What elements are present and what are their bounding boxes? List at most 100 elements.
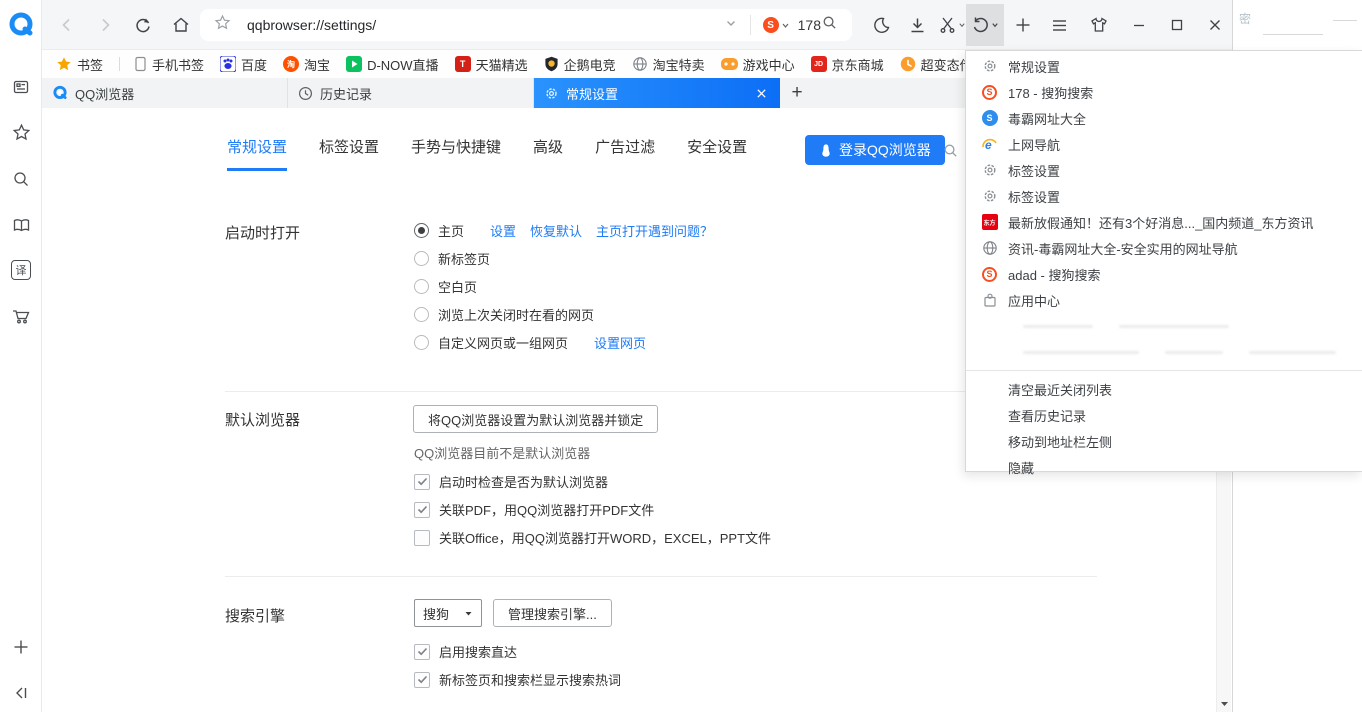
startup-option-newtab[interactable]: 新标签页 [414, 249, 490, 268]
checkbox-unchecked[interactable] [414, 530, 430, 546]
checkbox-associate-office[interactable]: 关联Office，用QQ浏览器打开WORD，EXCEL，PPT文件 [414, 528, 771, 547]
back-button[interactable] [54, 12, 80, 38]
tab-close-icon[interactable] [752, 84, 770, 102]
settings-tab-general[interactable]: 常规设置 [227, 136, 287, 171]
bookmark-item-taobao[interactable]: 淘 淘宝 [283, 55, 330, 74]
menu-item-tab-settings-1[interactable]: 标签设置 [966, 157, 1362, 183]
startup-option-blank[interactable]: 空白页 [414, 277, 477, 296]
tab-history[interactable]: 历史记录 [288, 78, 534, 108]
settings-tab-adblock[interactable]: 广告过滤 [595, 136, 655, 171]
new-tab-button[interactable]: + [780, 78, 814, 108]
settings-tab-tabs[interactable]: 标签设置 [319, 136, 379, 171]
menu-item-clear-recent[interactable]: 清空最近关闭列表 [966, 376, 1362, 402]
favorites-star-icon[interactable] [0, 117, 42, 147]
checkbox-check-default-on-startup[interactable]: 启动时检查是否为默认浏览器 [414, 472, 608, 491]
menu-item-adad-sogou[interactable]: S adad - 搜狗搜索 [966, 261, 1362, 287]
checkbox-checked[interactable] [414, 672, 430, 688]
reload-button[interactable] [130, 12, 156, 38]
radio-selected[interactable] [414, 223, 429, 238]
bookmark-star-icon[interactable] [214, 14, 231, 36]
checkbox-checked[interactable] [414, 474, 430, 490]
startup-option-home[interactable]: 主页 设置 恢复默认 主页打开遇到问题？ [414, 221, 713, 240]
toolbar-search-value[interactable]: 178 [798, 17, 821, 33]
set-default-browser-button[interactable]: 将QQ浏览器设置为默认浏览器并锁定 [413, 405, 658, 433]
download-icon[interactable] [904, 12, 930, 38]
sogou-icon: S [981, 266, 998, 283]
radio[interactable] [414, 335, 429, 350]
toolbar-search-icon[interactable] [821, 14, 838, 36]
shopping-cart-icon[interactable] [0, 301, 42, 331]
checkbox-search-direct[interactable]: 启用搜索直达 [414, 642, 517, 661]
bookmark-item-game-center[interactable]: 游戏中心 [721, 55, 795, 74]
address-dropdown-icon[interactable] [724, 16, 738, 35]
menu-item-navigation[interactable]: e 上网导航 [966, 131, 1362, 157]
search-icon[interactable] [0, 164, 42, 194]
translate-icon[interactable]: 译 [0, 255, 42, 285]
checkbox-checked[interactable] [414, 644, 430, 660]
sidebar-add-icon[interactable] [0, 632, 42, 662]
home-button[interactable] [168, 12, 194, 38]
menu-item-duba[interactable]: S 毒霸网址大全 [966, 105, 1362, 131]
startup-option-restore-last[interactable]: 浏览上次关闭时在看的网页 [414, 305, 594, 324]
reading-book-icon[interactable] [0, 210, 42, 240]
main-menu-icon[interactable] [1046, 12, 1072, 38]
search-engine-badge[interactable]: S 178 [763, 17, 821, 33]
qq-browser-tab-icon [52, 85, 68, 101]
close-button[interactable] [1202, 12, 1228, 38]
feed-card-icon[interactable] [0, 72, 42, 102]
new-tab-plus-icon[interactable] [1010, 12, 1036, 38]
settings-tab-gestures[interactable]: 手势与快捷键 [411, 136, 501, 171]
bookmark-item-penguin-esports[interactable]: 企鹅电竞 [544, 55, 616, 74]
tab-qq-browser[interactable]: QQ浏览器 [42, 78, 288, 108]
menu-item-duba-news[interactable]: 资讯-毒霸网址大全-安全实用的网址导航 [966, 235, 1362, 261]
bookmark-item-baidu[interactable]: 百度 [220, 55, 267, 74]
bookmark-item-taobao-temai[interactable]: 淘宝特卖 [632, 55, 705, 74]
checkbox-associate-pdf[interactable]: 关联PDF，用QQ浏览器打开PDF文件 [414, 500, 654, 519]
bookmark-item-tmall[interactable]: T 天猫精选 [455, 55, 528, 74]
radio[interactable] [414, 251, 429, 266]
menu-item-view-history[interactable]: 查看历史记录 [966, 402, 1362, 428]
menu-item-move-left-of-addressbar[interactable]: 移动到地址栏左侧 [966, 428, 1362, 454]
menu-item-app-center[interactable]: 应用中心 [966, 287, 1362, 313]
bookmark-item-jd[interactable]: JD 京东商城 [811, 55, 884, 74]
radio[interactable] [414, 279, 429, 294]
homepage-restore-link[interactable]: 恢复默认 [530, 221, 582, 240]
manage-search-engines-button[interactable]: 管理搜索引擎... [493, 599, 612, 627]
omnibox: qqbrowser://settings/ S 178 [200, 9, 852, 41]
homepage-trouble-link[interactable]: 主页打开遇到问题？ [596, 221, 713, 240]
penguin-icon [819, 143, 833, 158]
bookmark-item-bookmarks[interactable]: 书签 [56, 55, 103, 74]
tab-general-settings[interactable]: 常规设置 [534, 78, 780, 108]
minimize-button[interactable] [1126, 12, 1152, 38]
checkbox-hot-words[interactable]: 新标签页和搜索栏显示搜索热词 [414, 670, 621, 689]
sidebar-collapse-icon[interactable] [0, 678, 42, 708]
globe-icon [632, 56, 648, 72]
recently-closed-button[interactable] [966, 4, 1004, 46]
settings-tab-security[interactable]: 安全设置 [687, 136, 747, 171]
forward-button[interactable] [92, 12, 118, 38]
settings-tab-advanced[interactable]: 高级 [533, 136, 563, 171]
maximize-button[interactable] [1164, 12, 1190, 38]
address-url[interactable]: qqbrowser://settings/ [247, 17, 376, 33]
bookmark-item-mobile[interactable]: 手机书签 [134, 55, 204, 74]
screenshot-scissors-icon[interactable] [935, 12, 969, 38]
bookmark-item-dnow[interactable]: D-NOW直播 [346, 55, 439, 74]
settings-search-icon[interactable] [942, 142, 959, 164]
menu-item-hide[interactable]: 隐藏 [966, 454, 1362, 480]
ie-icon: e [981, 136, 998, 153]
menu-item-tab-settings-2[interactable]: 标签设置 [966, 183, 1362, 209]
menu-item-178-sogou[interactable]: S 178 - 搜狗搜索 [966, 79, 1362, 105]
dark-mode-moon-icon[interactable] [868, 12, 894, 38]
menu-item-general-settings[interactable]: 常规设置 [966, 53, 1362, 79]
radio[interactable] [414, 307, 429, 322]
login-qq-browser-button[interactable]: 登录QQ浏览器 [805, 135, 945, 165]
homepage-set-link[interactable]: 设置 [490, 221, 516, 240]
qq-browser-logo [0, 8, 42, 42]
menu-item-dongfang-news[interactable]: 东方 最新放假通知！还有3个好消息..._国内频道_东方资讯 [966, 209, 1362, 235]
search-engine-select[interactable]: 搜狗 [414, 599, 482, 627]
skin-theme-icon[interactable] [1086, 12, 1112, 38]
checkbox-checked[interactable] [414, 502, 430, 518]
left-sidebar: 译 [0, 0, 42, 712]
startup-option-custom[interactable]: 自定义网页或一组网页 设置网页 [414, 333, 646, 352]
set-pages-link[interactable]: 设置网页 [594, 333, 646, 352]
